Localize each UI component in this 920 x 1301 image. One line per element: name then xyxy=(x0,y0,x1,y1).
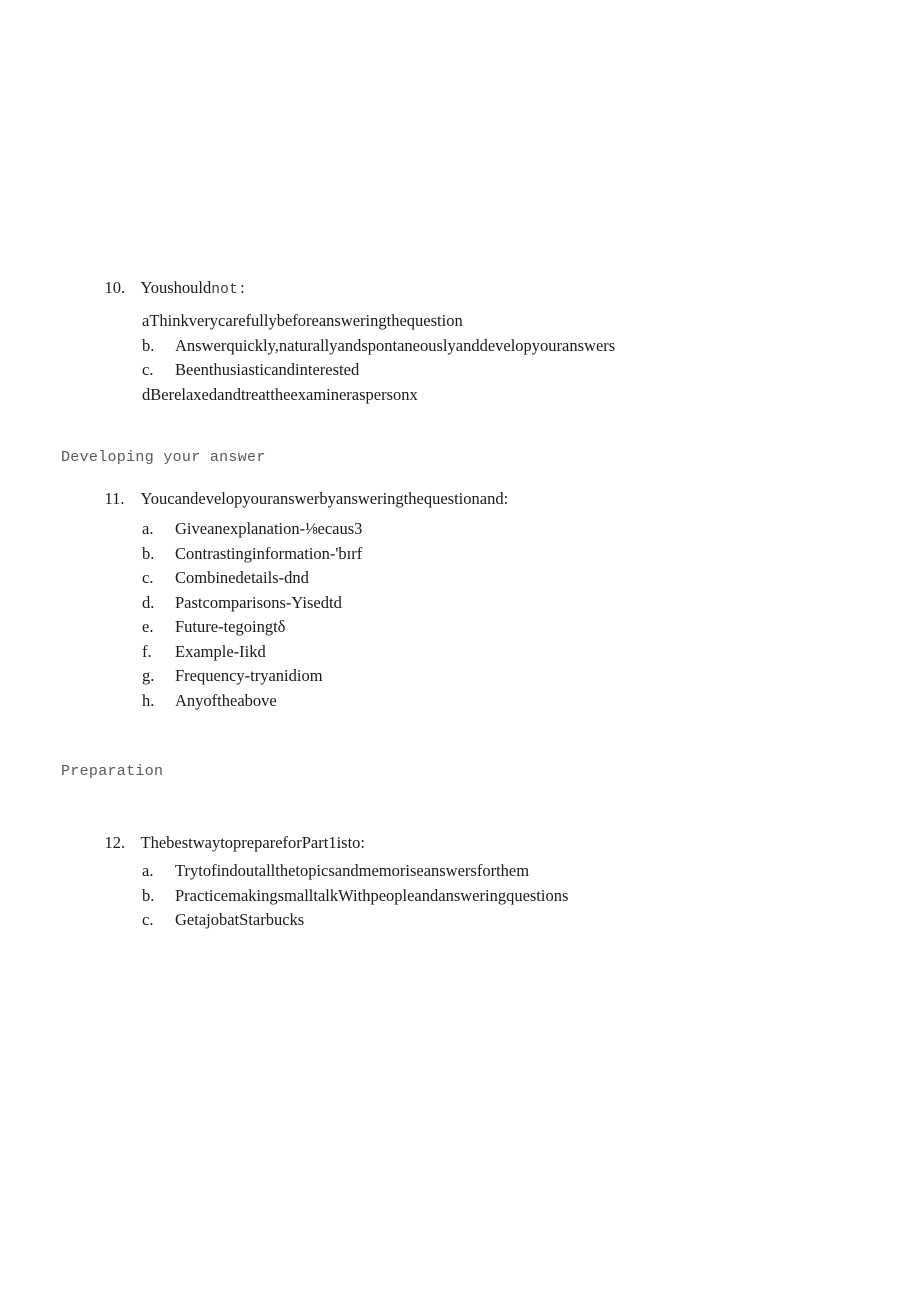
question-12-stem-serif: ThebestwaytoprepareforPart1isto: xyxy=(140,833,366,852)
list-item: b. Answerquickly,naturallyandspontaneousl… xyxy=(142,334,615,359)
list-item: b. PracticemakingsmalltalkWithpeopleandan… xyxy=(142,884,568,909)
list-item: c. Combinedetails-dnd xyxy=(142,566,362,591)
option-text: PracticemakingsmalltalkWithpeopleandansw… xyxy=(175,885,569,905)
option-marker: e. xyxy=(142,617,154,636)
option-text: Trytofindoutallthetopicsandmemoriseanswe… xyxy=(175,861,530,880)
list-item: a. Giveanexplanation-⅛ecaus3 xyxy=(142,517,362,542)
list-item: a. Trytofindoutallthetopicsandmemoriseans… xyxy=(142,859,568,884)
option-marker: b. xyxy=(142,885,155,905)
question-11-options: a. Giveanexplanation-⅛ecaus3 b. Contrastin… xyxy=(142,517,362,713)
list-item: g. Frequency-tryanidiom xyxy=(142,664,362,689)
option-marker: a. xyxy=(142,861,154,880)
option-text: Contrastinginformation-'bɪrf xyxy=(175,543,363,563)
option-marker: g. xyxy=(142,666,155,685)
document-page: 10. Youshouldnot: aThinkverycarefullybefo… xyxy=(0,0,920,1301)
question-12-number: 12. xyxy=(104,833,126,852)
option-marker: d. xyxy=(142,592,155,612)
section-heading-developing: Developing your answer xyxy=(61,449,266,466)
option-marker: d xyxy=(142,384,151,404)
list-item: dBerelaxedandtreattheexamineraspersonx xyxy=(142,383,615,408)
option-text: Future-tegoingtδ xyxy=(175,617,286,636)
question-11-stem-serif: Youcandevelopyouranswerbyansweringtheque… xyxy=(140,489,509,508)
option-text: Berelaxedandtreattheexamineraspersonx xyxy=(150,384,418,404)
list-item: b. Contrastinginformation-'bɪrf xyxy=(142,542,362,567)
option-marker: a. xyxy=(142,519,154,538)
section-heading-preparation: Preparation xyxy=(61,763,164,780)
option-marker: c. xyxy=(142,360,154,379)
option-text: Anyoftheabove xyxy=(175,690,277,710)
option-text: GetajobatStarbucks xyxy=(175,910,305,929)
question-12-options: a. Trytofindoutallthetopicsandmemoriseans… xyxy=(142,859,568,933)
option-text: Answerquickly,naturallyandspontaneouslya… xyxy=(175,335,616,355)
list-item: h. Anyoftheabove xyxy=(142,689,362,714)
option-text: Pastcomparisons-Yisedtd xyxy=(175,592,342,612)
option-marker: h. xyxy=(142,690,155,710)
list-item: c. Beenthusiasticandinterested xyxy=(142,358,615,383)
question-10-number: 10. xyxy=(104,278,126,297)
question-10-stem-mono: not: xyxy=(211,282,247,298)
option-text: Giveanexplanation-⅛ecaus3 xyxy=(175,519,363,538)
option-text: Thinkverycarefullybeforeansweringtheques… xyxy=(149,311,463,330)
option-marker: f. xyxy=(142,641,152,661)
option-text: Frequency-tryanidiom xyxy=(175,666,323,685)
list-item: c. GetajobatStarbucks xyxy=(142,908,568,933)
option-text: Beenthusiasticandinterested xyxy=(175,360,360,379)
list-item: d. Pastcomparisons-Yisedtd xyxy=(142,591,362,616)
option-marker: c. xyxy=(142,568,154,587)
question-10-stem-serif: Youshould xyxy=(140,278,212,297)
option-text: Combinedetails-dnd xyxy=(175,568,309,587)
option-text: Example-Iikd xyxy=(175,641,266,661)
option-marker: c. xyxy=(142,910,154,929)
option-marker: b. xyxy=(142,543,155,563)
list-item: aThinkverycarefullybeforeansweringtheque… xyxy=(142,309,615,334)
list-item: f. Example-Iikd xyxy=(142,640,362,665)
list-item: e. Future-tegoingtδ xyxy=(142,615,362,640)
option-marker: b. xyxy=(142,335,155,355)
question-10-options: aThinkverycarefullybeforeansweringtheque… xyxy=(142,309,615,407)
question-11-number: 11. xyxy=(104,489,125,508)
